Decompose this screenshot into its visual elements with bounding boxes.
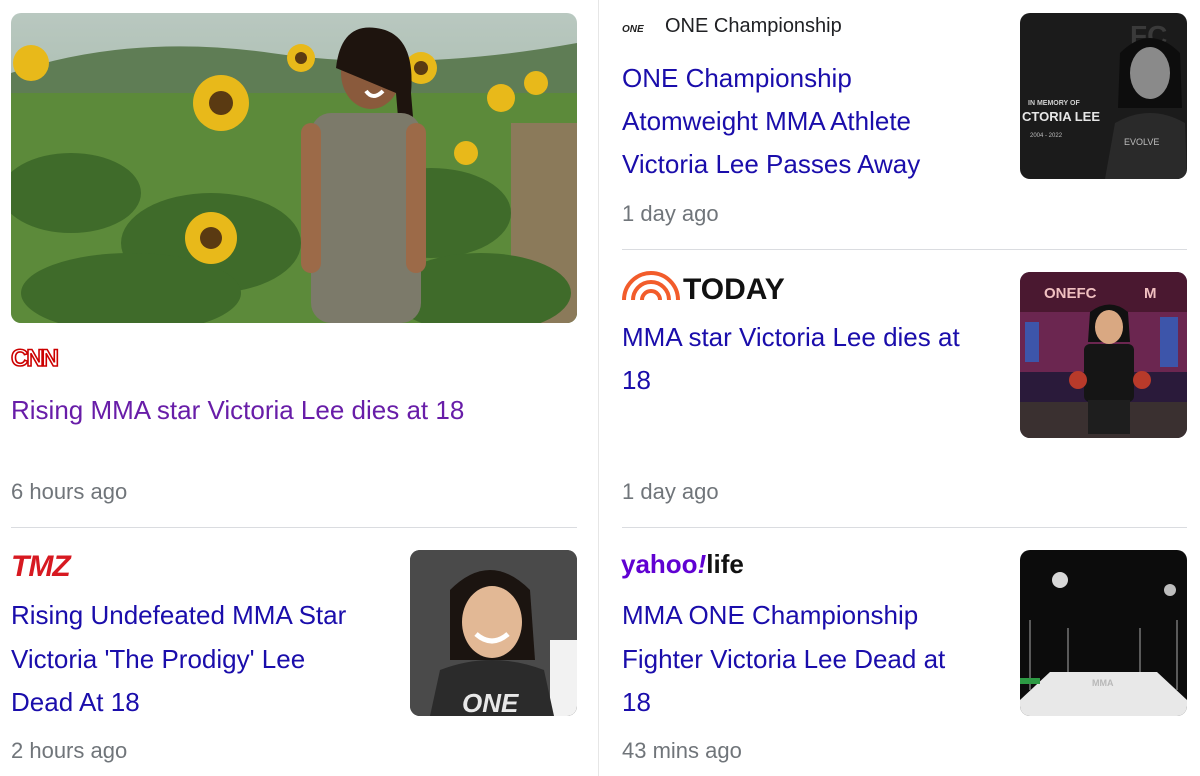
- row-divider-left: [11, 527, 577, 528]
- article-image-octagon[interactable]: MMA: [1020, 550, 1187, 716]
- headline-cnn[interactable]: Rising MMA star Victoria Lee dies at 18: [11, 388, 464, 432]
- tmz-logo: TMZ: [11, 550, 73, 580]
- headline-today-line-1[interactable]: MMA star Victoria Lee dies at: [622, 315, 960, 359]
- svg-text:CNN: CNN: [11, 345, 58, 370]
- article-image-memorial[interactable]: FC IN MEMORY OF CTORIA LEE 2004 - 2022 E…: [1020, 13, 1187, 179]
- svg-text:EVOLVE: EVOLVE: [1124, 137, 1159, 147]
- timestamp-yahoo-life: 43 mins ago: [622, 738, 742, 763]
- article-image-fighter[interactable]: ONEFC M: [1020, 272, 1187, 438]
- headline-yahoo-line-3[interactable]: 18: [622, 680, 651, 724]
- article-image-tmz[interactable]: ONE: [410, 550, 577, 716]
- headline-one-line-3[interactable]: Victoria Lee Passes Away: [622, 142, 920, 186]
- headline-one-line-1[interactable]: ONE Championship: [622, 56, 852, 100]
- timestamp-cnn: 6 hours ago: [11, 479, 128, 504]
- row-divider-right-2: [622, 527, 1187, 528]
- one-championship-logo: ONE: [622, 24, 644, 35]
- svg-text:ONEFC: ONEFC: [1044, 285, 1097, 302]
- headline-tmz-line-3[interactable]: Dead At 18: [11, 680, 140, 724]
- svg-text:TMZ: TMZ: [11, 550, 72, 580]
- svg-text:MMA: MMA: [1092, 678, 1114, 688]
- headline-tmz-line-1[interactable]: Rising Undefeated MMA Star: [11, 593, 346, 637]
- headline-yahoo-line-1[interactable]: MMA ONE Championship: [622, 593, 918, 637]
- today-logo: TODAY: [622, 271, 785, 304]
- yahoo-life-logo: yahoo!life: [621, 549, 744, 579]
- headline-one-line-2[interactable]: Atomweight MMA Athlete: [622, 99, 911, 143]
- svg-text:2004 - 2022: 2004 - 2022: [1030, 133, 1063, 139]
- source-name-one-championship: ONE Championship: [665, 15, 842, 37]
- headline-yahoo-line-2[interactable]: Fighter Victoria Lee Dead at: [622, 637, 945, 681]
- svg-text:yahoo!life: yahoo!life: [621, 549, 744, 579]
- svg-text:CTORIA LEE: CTORIA LEE: [1022, 109, 1100, 124]
- article-image-sunflower[interactable]: [11, 13, 577, 323]
- timestamp-one-championship: 1 day ago: [622, 201, 719, 226]
- svg-text:M: M: [1144, 285, 1157, 302]
- shirt-text: ONE: [462, 688, 519, 716]
- svg-text:IN MEMORY OF: IN MEMORY OF: [1028, 100, 1080, 107]
- headline-today-line-2[interactable]: 18: [622, 358, 651, 402]
- timestamp-today: 1 day ago: [622, 479, 719, 504]
- svg-text:TODAY: TODAY: [683, 273, 785, 304]
- timestamp-tmz: 2 hours ago: [11, 738, 128, 763]
- headline-tmz-line-2[interactable]: Victoria 'The Prodigy' Lee: [11, 637, 305, 681]
- column-divider: [598, 0, 599, 776]
- cnn-logo: CNN: [11, 344, 60, 370]
- row-divider-right-1: [622, 249, 1187, 250]
- svg-text:ONE: ONE: [622, 24, 644, 35]
